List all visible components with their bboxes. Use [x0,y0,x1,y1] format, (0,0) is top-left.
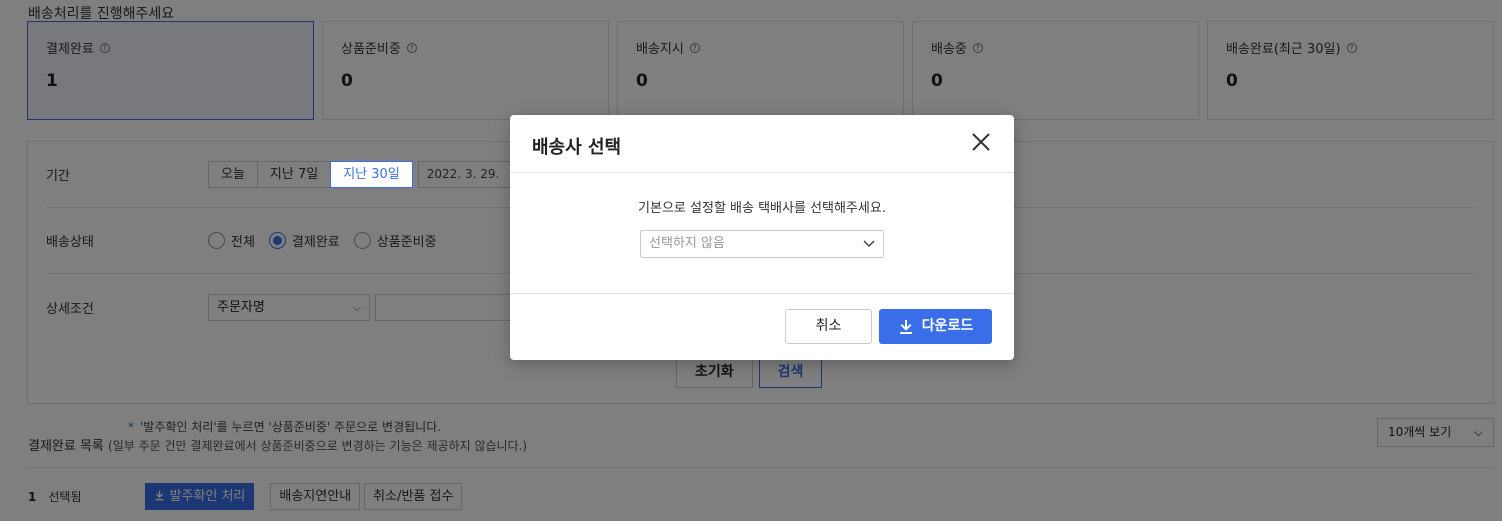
modal-message: 기본으로 설정할 배송 택배사를 선택해주세요. [638,201,886,216]
close-icon[interactable] [968,129,994,155]
download-icon [899,319,912,334]
period-30days-button[interactable]: 지난 30일 [330,161,413,188]
cancel-button[interactable]: 취소 [785,309,872,344]
modal-header: 배송사 선택 [510,115,1014,173]
download-label: 다운로드 [921,318,974,334]
modal-body: 기본으로 설정할 배송 택배사를 선택해주세요. 선택하지 않음 [510,173,1014,294]
download-button[interactable]: 다운로드 [879,309,992,344]
chevron-down-icon [863,231,875,267]
courier-select[interactable]: 선택하지 않음 [640,230,884,258]
modal-title: 배송사 선택 [532,137,622,158]
courier-select-modal: 배송사 선택 기본으로 설정할 배송 택배사를 선택해주세요. 선택하지 않음 … [510,115,1014,360]
courier-select-value: 선택하지 않음 [649,236,725,251]
modal-footer: 취소 다운로드 [510,294,1014,360]
